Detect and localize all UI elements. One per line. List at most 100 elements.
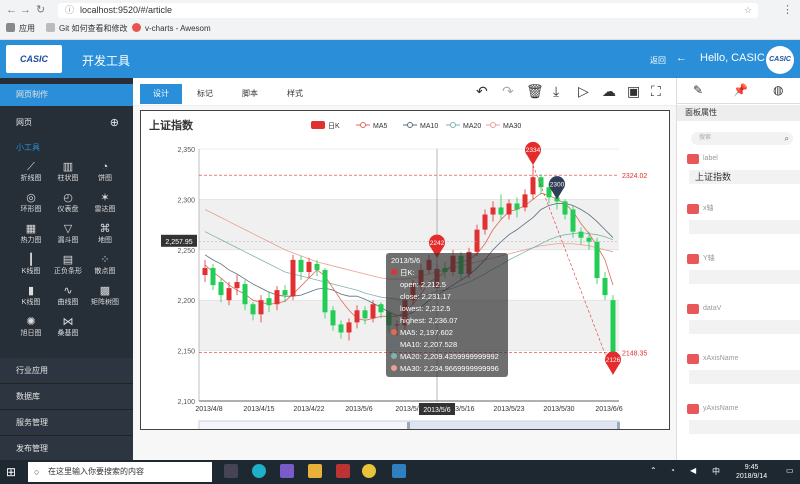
- tool-sunburst[interactable]: ✺ 旭日图: [14, 315, 48, 342]
- tab-bar: 设计 标记 脚本 样式 ↶ ↷ 🗑 ⤓ ▷ ☁ ▣ ⛶: [133, 78, 676, 106]
- palette-icon[interactable]: ◍: [773, 83, 783, 97]
- app-icon-3[interactable]: [336, 464, 350, 478]
- tab-design[interactable]: 设计: [140, 84, 182, 104]
- gauge-icon: ◴: [63, 192, 73, 204]
- windows-start-icon[interactable]: ⊞: [6, 466, 18, 478]
- bookmark-star-icon[interactable]: ☆: [744, 3, 752, 18]
- tab-style[interactable]: 样式: [274, 84, 316, 104]
- main-editor: 设计 标记 脚本 样式 ↶ ↷ 🗑 ⤓ ▷ ☁ ▣ ⛶ 上证指数 2,100 2,1…: [133, 78, 676, 460]
- sidebar-item-database[interactable]: 数据库: [0, 384, 133, 410]
- tool-candlestick-2[interactable]: ▮ K线图: [14, 284, 48, 311]
- app-icon-2[interactable]: [280, 464, 294, 478]
- prop-value-field[interactable]: [689, 420, 800, 434]
- sankey-icon: ⋈: [62, 316, 74, 328]
- tool-label: 漏斗图: [57, 237, 79, 244]
- tab-script[interactable]: 脚本: [229, 84, 271, 104]
- tool-curve[interactable]: ∿ 曲线图: [51, 284, 85, 311]
- reload-icon[interactable]: ↻: [36, 4, 45, 17]
- prop-name: dataV: [703, 305, 722, 312]
- menu-icon[interactable]: ⋮: [782, 4, 793, 17]
- legend-label: MA20: [463, 123, 481, 130]
- tool-candlestick[interactable]: ┃ K线图: [14, 253, 48, 280]
- notifications-icon[interactable]: ▭: [786, 466, 794, 475]
- app-icon-1[interactable]: [252, 464, 266, 478]
- back-icon[interactable]: ←: [6, 4, 17, 17]
- tool-label: 散点图: [94, 268, 116, 275]
- candle-body: [202, 267, 208, 275]
- back-link[interactable]: 返回: [650, 55, 666, 66]
- tooltip-line: MA5: 2,197.602: [400, 328, 453, 337]
- prop-value-field[interactable]: [689, 370, 800, 384]
- volume-icon[interactable]: ◀: [690, 466, 696, 475]
- prop-value-field[interactable]: [689, 270, 800, 284]
- tool-map[interactable]: ⌘ 地图: [88, 222, 122, 249]
- back-arrow-icon[interactable]: ←: [676, 52, 687, 64]
- bookmark-vcharts[interactable]: v-charts - Awesom: [132, 22, 211, 36]
- trash-icon[interactable]: 🗑: [526, 83, 544, 99]
- folder-icon[interactable]: [308, 464, 322, 478]
- tool-bar-chart[interactable]: ▥ 柱状图: [51, 160, 85, 187]
- y-tick-label: 2,100: [177, 399, 195, 406]
- tool-scatter[interactable]: ⁘ 散点图: [88, 253, 122, 280]
- taskbar-search[interactable]: ○ 在这里输入你要搜索的内容: [28, 462, 212, 482]
- edit-icon[interactable]: ✎: [693, 83, 703, 97]
- tab-mark[interactable]: 标记: [184, 84, 226, 104]
- candle-body: [298, 259, 304, 272]
- address-bar[interactable]: ⓘ localhost:9520/#/article ☆: [58, 3, 758, 18]
- sidebar-item-web-page[interactable]: 网页 ⊕: [0, 112, 133, 134]
- tool-label: 热力图: [20, 237, 42, 244]
- prop-value-field[interactable]: [689, 320, 800, 334]
- cloud-upload-icon[interactable]: ☁: [602, 83, 616, 99]
- chrome-icon[interactable]: [362, 464, 376, 478]
- markpoint-label: 2334: [526, 147, 541, 154]
- tool-treemap[interactable]: ▩ 矩阵树图: [88, 284, 122, 311]
- small-tools-heading: 小工具: [16, 143, 40, 152]
- play-icon[interactable]: ▷: [578, 83, 589, 99]
- datazoom-window: [409, 421, 619, 435]
- bookmark-git[interactable]: Git 如何查看和修改: [46, 22, 127, 36]
- task-view-icon[interactable]: [224, 464, 238, 478]
- undo-icon[interactable]: ↶: [476, 83, 488, 99]
- tool-line-chart[interactable]: ⟋ 折线图: [14, 160, 48, 187]
- prop-value-field[interactable]: [689, 220, 800, 234]
- windows-taskbar: ⊞ ○ 在这里输入你要搜索的内容 ⌃ ◔ ◀ 中 9:45 2018/9/14 …: [0, 460, 800, 484]
- legend-label: MA10: [420, 123, 438, 130]
- chart-canvas[interactable]: 上证指数 2,100 2,150 2,200 2,250 2,300 2,350 2013/4…: [140, 110, 670, 436]
- avatar[interactable]: CASIC: [766, 46, 794, 74]
- tooltip-line: lowest: 2,212.5: [400, 304, 450, 313]
- input-lang[interactable]: 中: [712, 466, 720, 477]
- redo-icon[interactable]: ↷: [502, 83, 514, 99]
- sidebar-item-industry[interactable]: 行业应用: [0, 358, 133, 384]
- tool-funnel[interactable]: ▽ 漏斗图: [51, 222, 85, 249]
- pin-icon[interactable]: 📌: [733, 83, 748, 97]
- sidebar-item-service[interactable]: 服务管理: [0, 410, 133, 436]
- app-title: 开发工具: [82, 54, 131, 68]
- sidebar-item-page-design[interactable]: 网页制作: [0, 84, 133, 106]
- wifi-icon[interactable]: ◔: [670, 466, 675, 475]
- tool-ring-chart[interactable]: ◎ 环形图: [14, 191, 48, 218]
- tool-pos-neg-bar[interactable]: ▤ 正负条形: [51, 253, 85, 280]
- tooltip-dot: [391, 269, 397, 275]
- save-icon[interactable]: ▣: [627, 83, 640, 99]
- app-icon-4[interactable]: [392, 464, 406, 478]
- tool-radar[interactable]: ✶ 雷达图: [88, 191, 122, 218]
- forward-icon[interactable]: →: [20, 4, 31, 17]
- tool-label: 饼图: [98, 175, 112, 182]
- tray-arrow-icon[interactable]: ⌃: [650, 466, 657, 475]
- tool-gauge[interactable]: ◴ 仪表盘: [51, 191, 85, 218]
- line-chart-icon: ⟋: [27, 161, 35, 173]
- fullscreen-icon[interactable]: ⛶: [651, 83, 661, 99]
- bookmark-apps[interactable]: 应用: [6, 22, 35, 36]
- tool-heatmap[interactable]: ▦ 热力图: [14, 222, 48, 249]
- sidebar-item-publish[interactable]: 发布管理: [0, 436, 133, 462]
- tool-sankey[interactable]: ⋈ 桑基图: [51, 315, 85, 342]
- prop-value-field[interactable]: 上证指数: [689, 170, 800, 184]
- prop-name: x轴: [703, 205, 714, 212]
- x-tick-label: 2013/5/30: [543, 406, 574, 413]
- add-page-icon[interactable]: ⊕: [110, 112, 119, 134]
- tool-pie-chart[interactable]: ◔ 饼图: [88, 160, 122, 187]
- candle-body: [274, 290, 280, 305]
- candle-body: [250, 304, 256, 315]
- download-icon[interactable]: ⤓: [553, 83, 559, 99]
- panel-search-input[interactable]: 搜索 ⌕: [691, 132, 793, 145]
